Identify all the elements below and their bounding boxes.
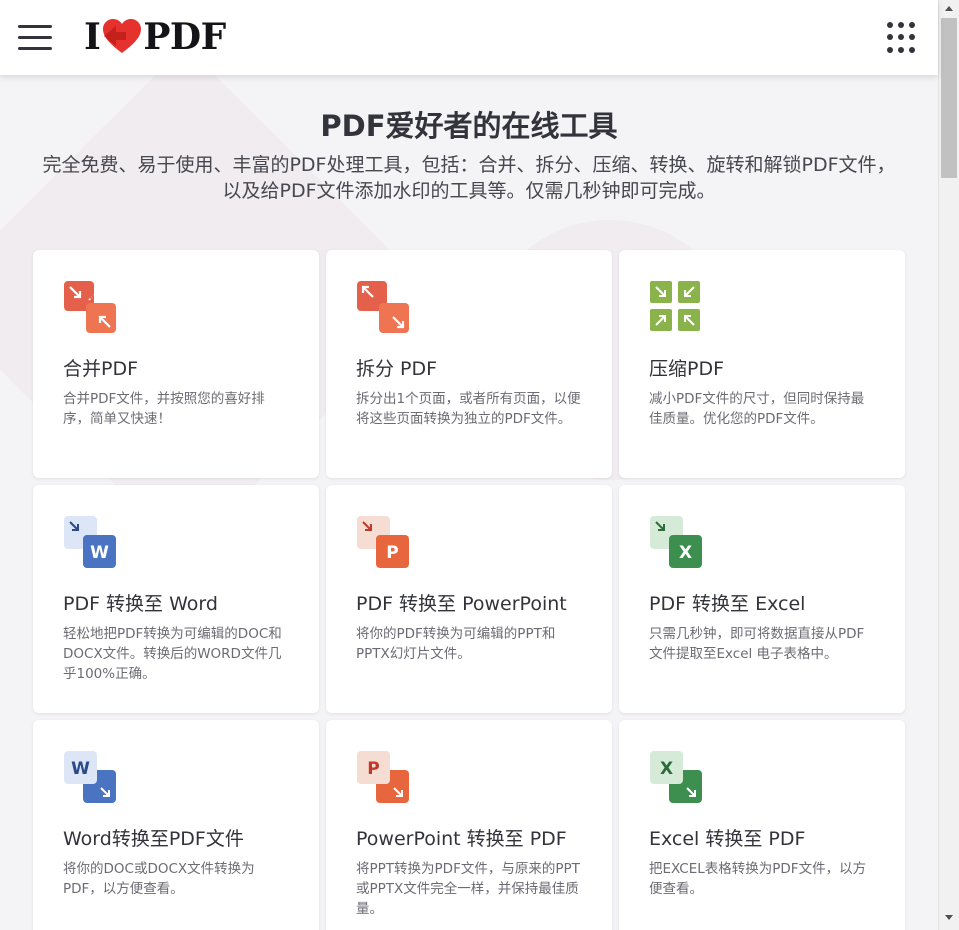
pdf-to-word-icon: W <box>64 516 116 568</box>
page-subtitle: 完全免费、易于使用、丰富的PDF处理工具，包括：合并、拆分、压缩、转换、旋转和解… <box>42 154 896 202</box>
pdf-to-excel-icon: X <box>650 516 702 568</box>
logo-text-i: I <box>84 16 101 58</box>
tool-title: Excel 转换至 PDF <box>649 828 806 850</box>
merge-pdf-icon <box>64 281 116 333</box>
tool-title: Word转换至PDF文件 <box>63 828 244 850</box>
tool-card-pdf-to-word[interactable]: W PDF 转换至 Word 轻松地把PDF转换为可编辑的DOC和DOCX文件。… <box>33 485 319 713</box>
vertical-scrollbar[interactable] <box>938 0 959 930</box>
tool-title: 合并PDF <box>63 358 139 380</box>
tool-card-compress-pdf[interactable]: 压缩PDF 减小PDF文件的尺寸，但同时保持最佳质量。优化您的PDF文件。 <box>619 250 905 478</box>
word-to-pdf-icon: W <box>64 751 116 803</box>
tool-description: 拆分出1个页面，或者所有页面，以便将这些页面转换为独立的PDF文件。 <box>356 391 581 427</box>
svg-text:P: P <box>386 543 398 563</box>
scroll-up-arrow-icon[interactable] <box>945 6 953 11</box>
tool-card-word-to-pdf[interactable]: W Word转换至PDF文件 将你的DOC或DOCX文件转换为PDF，以方便查看… <box>33 720 319 930</box>
powerpoint-to-pdf-icon: P <box>357 751 409 803</box>
tool-title: PDF 转换至 Word <box>63 593 218 615</box>
tool-title: 拆分 PDF <box>356 358 438 380</box>
tool-description: 减小PDF文件的尺寸，但同时保持最佳质量。优化您的PDF文件。 <box>649 391 865 427</box>
tool-title: PDF 转换至 PowerPoint <box>356 593 567 615</box>
pdf-to-powerpoint-icon: P <box>357 516 409 568</box>
scroll-down-arrow-icon[interactable] <box>945 915 953 920</box>
excel-to-pdf-icon: X <box>650 751 702 803</box>
tool-description: 将你的PDF转换为可编辑的PPT和PPTX幻灯片文件。 <box>356 626 556 662</box>
heart-icon <box>103 19 142 53</box>
split-pdf-icon <box>357 281 409 333</box>
svg-text:P: P <box>367 759 379 779</box>
tool-description: 合并PDF文件，并按照您的喜好排序，简单又快速！ <box>63 391 265 427</box>
tool-description: 将你的DOC或DOCX文件转换为PDF，以方便查看。 <box>63 861 255 897</box>
hamburger-icon[interactable] <box>18 25 52 51</box>
grid-apps-icon[interactable] <box>887 22 919 54</box>
tool-card-merge-pdf[interactable]: 合并PDF 合并PDF文件，并按照您的喜好排序，简单又快速！ <box>33 250 319 478</box>
top-navbar: I PDF <box>0 0 938 75</box>
tool-description: 把EXCEL表格转换为PDF文件，以方便查看。 <box>649 861 867 897</box>
svg-text:W: W <box>90 543 109 563</box>
tool-card-pdf-to-excel[interactable]: X PDF 转换至 Excel 只需几秒钟，即可将数据直接从PDF文件提取至Ex… <box>619 485 905 713</box>
tool-card-powerpoint-to-pdf[interactable]: P PowerPoint 转换至 PDF 将PPT转换为PDF文件，与原来的PP… <box>326 720 612 930</box>
svg-text:W: W <box>71 759 90 779</box>
tool-card-split-pdf[interactable]: 拆分 PDF 拆分出1个页面，或者所有页面，以便将这些页面转换为独立的PDF文件… <box>326 250 612 478</box>
tool-title: PDF 转换至 Excel <box>649 593 806 615</box>
ilovepdf-logo[interactable]: I PDF <box>84 17 226 57</box>
tool-description: 轻松地把PDF转换为可编辑的DOC和DOCX文件。转换后的WORD文件几乎100… <box>63 626 282 682</box>
scrollbar-thumb[interactable] <box>941 18 957 178</box>
page-title: PDF爱好者的在线工具 <box>320 109 618 143</box>
tool-card-excel-to-pdf[interactable]: X Excel 转换至 PDF 把EXCEL表格转换为PDF文件，以方便查看。 <box>619 720 905 930</box>
tool-title: PowerPoint 转换至 PDF <box>356 828 567 850</box>
svg-text:X: X <box>679 543 692 563</box>
tool-card-pdf-to-powerpoint[interactable]: P PDF 转换至 PowerPoint 将你的PDF转换为可编辑的PPT和PP… <box>326 485 612 713</box>
svg-text:X: X <box>660 759 673 779</box>
hero-section: PDF爱好者的在线工具 完全免费、易于使用、丰富的PDF处理工具，包括：合并、拆… <box>0 105 938 204</box>
compress-pdf-icon <box>650 281 700 331</box>
tool-title: 压缩PDF <box>649 358 725 380</box>
tool-description: 只需几秒钟，即可将数据直接从PDF文件提取至Excel 电子表格中。 <box>649 626 865 662</box>
tool-description: 将PPT转换为PDF文件，与原来的PPT或PPTX文件完全一样，并保持最佳质量。 <box>356 861 580 917</box>
logo-text-pdf: PDF <box>143 16 226 58</box>
